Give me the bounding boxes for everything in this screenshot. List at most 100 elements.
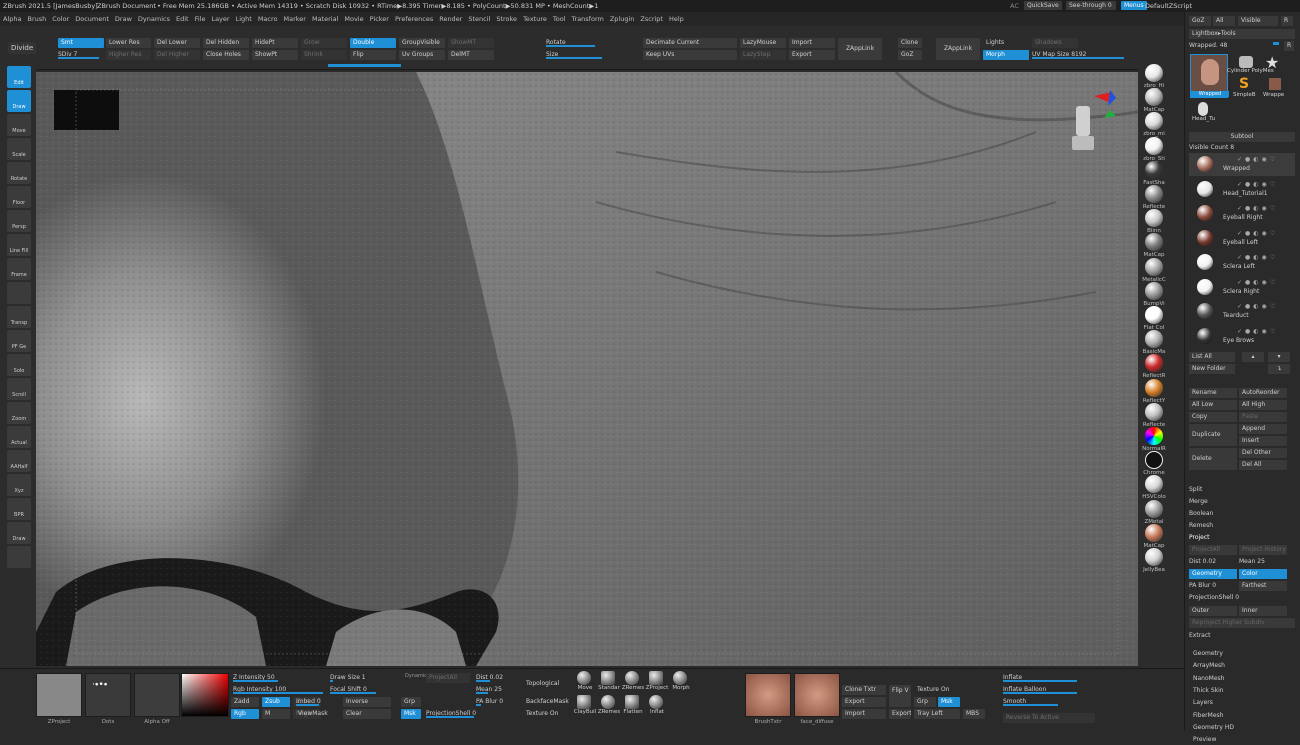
mbs-button[interactable]: MBS bbox=[963, 709, 985, 719]
left-tool-transp[interactable]: Transp bbox=[7, 306, 31, 328]
subtool-visibility-icon[interactable]: ✓●◐◉♡ bbox=[1237, 181, 1278, 188]
color-picker[interactable] bbox=[181, 673, 229, 717]
color-toggle[interactable]: Color bbox=[1239, 569, 1287, 579]
tray-left-button[interactable]: Tray Left bbox=[914, 709, 960, 719]
reproject-higher-subdiv-button[interactable]: Reproject Higher Subdiv bbox=[1189, 618, 1295, 628]
zapplink-button-2[interactable]: ZAppLink bbox=[936, 38, 980, 60]
goz-button[interactable]: GoZ bbox=[898, 50, 922, 60]
insert-button[interactable]: Insert bbox=[1239, 436, 1287, 446]
imbed-slider[interactable]: Imbed 0 bbox=[296, 697, 342, 706]
face-diffuse-swatch[interactable] bbox=[794, 673, 840, 717]
rotate-slider[interactable]: Rotate bbox=[546, 38, 640, 47]
focal-shift-slider[interactable]: Focal Shift 0 bbox=[330, 685, 422, 694]
menu-thick-skin[interactable]: Thick Skin bbox=[1193, 686, 1299, 696]
subtool-visibility-icon[interactable]: ✓●◐◉♡ bbox=[1237, 156, 1278, 163]
menu-fibermesh[interactable]: FiberMesh bbox=[1193, 711, 1299, 721]
z-intensity-slider[interactable]: Z Intensity 50 bbox=[233, 673, 323, 682]
material-20-icon[interactable] bbox=[1145, 548, 1163, 566]
backfacemask-toggle[interactable]: BackfaceMask bbox=[523, 697, 572, 707]
del-higher-button[interactable]: Del Higher bbox=[154, 50, 200, 60]
outer-toggle[interactable]: Outer bbox=[1189, 606, 1237, 616]
shrink-button[interactable]: Shrink bbox=[301, 50, 347, 60]
del-other-button[interactable]: Del Other bbox=[1239, 448, 1287, 458]
tool-thumb-head[interactable]: Head_Tu bbox=[1190, 102, 1220, 124]
dist-slider[interactable]: Dist 0.02 bbox=[1189, 557, 1237, 567]
divide-button[interactable]: Divide bbox=[8, 42, 36, 54]
projection-shell-slider[interactable]: ProjectionShell 0 bbox=[1189, 593, 1295, 603]
mean-slider[interactable]: Mean 25 bbox=[476, 685, 522, 694]
menu-file[interactable]: File bbox=[192, 12, 209, 26]
left-tool-zoom[interactable]: Zoom bbox=[7, 402, 31, 424]
material-15-icon[interactable] bbox=[1145, 427, 1163, 445]
menu-help[interactable]: Help bbox=[666, 12, 687, 26]
del-all-button[interactable]: Del All bbox=[1239, 460, 1287, 470]
rgb-toggle[interactable]: Rgb bbox=[231, 709, 259, 719]
projectall-button[interactable]: ProjectAll bbox=[426, 673, 470, 683]
lights-toggle[interactable]: Lights bbox=[983, 38, 1029, 48]
rename-button[interactable]: Rename bbox=[1189, 388, 1237, 398]
visible-count-slider[interactable]: Visible Count 8 bbox=[1189, 143, 1295, 153]
clone-txtr-button[interactable]: Clone Txtr bbox=[842, 685, 886, 695]
size-slider[interactable]: Size bbox=[546, 50, 640, 59]
zadd-toggle[interactable]: Zadd bbox=[231, 697, 259, 707]
grp-toggle[interactable]: Grp bbox=[401, 697, 421, 707]
hidept-button[interactable]: HidePt bbox=[252, 38, 298, 48]
inverse-button[interactable]: Inverse bbox=[343, 697, 391, 707]
lower-res-button[interactable]: Lower Res bbox=[106, 38, 151, 48]
goz-button[interactable]: GoZ bbox=[1189, 16, 1211, 26]
zsub-toggle[interactable]: Zsub bbox=[262, 697, 290, 707]
brush-swatch-zproject[interactable] bbox=[36, 673, 82, 717]
inflate-slider[interactable]: Inflate bbox=[1003, 673, 1095, 682]
grow-button[interactable]: Grow bbox=[301, 38, 347, 48]
left-tool-frame[interactable]: Frame bbox=[7, 258, 31, 280]
msk-toggle-2[interactable]: Msk bbox=[938, 697, 960, 707]
default-zscript[interactable]: DefaultZScript bbox=[1145, 0, 1192, 12]
grp-toggle-2[interactable]: Grp bbox=[914, 697, 936, 707]
clone-button[interactable]: Clone bbox=[898, 38, 922, 48]
project-history-button[interactable]: Project History bbox=[1239, 545, 1287, 555]
brush-zremes-icon[interactable] bbox=[625, 671, 639, 685]
list-all-button[interactable]: List All bbox=[1189, 352, 1235, 362]
uvgroups-button[interactable]: Uv Groups bbox=[399, 50, 445, 60]
down-arrow-icon[interactable]: ▾ bbox=[1268, 352, 1290, 362]
subtool-row[interactable]: Eyeball Left✓●◐◉♡ bbox=[1189, 227, 1295, 250]
stroke-swatch-dots[interactable]: ·∙•∙ bbox=[85, 673, 131, 717]
menu-transform[interactable]: Transform bbox=[569, 12, 607, 26]
menu-picker[interactable]: Picker bbox=[367, 12, 392, 26]
menu-preview[interactable]: Preview bbox=[1193, 735, 1299, 745]
material-18-icon[interactable] bbox=[1145, 500, 1163, 518]
clear-button[interactable]: Clear bbox=[343, 709, 391, 719]
left-tool-bpr[interactable]: BPR bbox=[7, 498, 31, 520]
left-tool-solo[interactable]: Solo bbox=[7, 354, 31, 376]
del-lower-button[interactable]: Del Lower bbox=[154, 38, 200, 48]
material-12-icon[interactable] bbox=[1145, 354, 1163, 372]
left-tool-pf-ge[interactable]: PF Ge bbox=[7, 330, 31, 352]
rgb-intensity-slider[interactable]: Rgb Intensity 100 bbox=[233, 685, 323, 694]
left-tool-draw[interactable]: Draw bbox=[7, 90, 31, 112]
left-tool-aahalf[interactable]: AAHalf bbox=[7, 450, 31, 472]
tool-thumb-wrapped-2[interactable]: Wrappe bbox=[1265, 76, 1295, 98]
reverse-to-active-button[interactable]: Reverse To Active bbox=[1003, 713, 1095, 723]
visible-button[interactable]: Visible bbox=[1238, 16, 1278, 26]
left-tool-scale[interactable]: Scale bbox=[7, 138, 31, 160]
autoreorder-button[interactable]: AutoReorder bbox=[1239, 388, 1287, 398]
delmt-button[interactable]: DelMT bbox=[448, 50, 494, 60]
alpha-swatch[interactable] bbox=[134, 673, 180, 717]
subtool-row[interactable]: Eye Brows✓●◐◉♡ bbox=[1189, 325, 1295, 348]
material-10-icon[interactable] bbox=[1145, 306, 1163, 324]
flip-button[interactable]: Flip bbox=[350, 50, 396, 60]
all-high-button[interactable]: All High bbox=[1239, 400, 1287, 410]
brush-inflat-icon[interactable] bbox=[649, 695, 663, 709]
menu-color[interactable]: Color bbox=[49, 12, 72, 26]
zapplink-button[interactable]: ZAppLink bbox=[838, 38, 882, 60]
material-16-icon[interactable] bbox=[1145, 451, 1163, 469]
menu-marker[interactable]: Marker bbox=[280, 12, 308, 26]
subtool-row[interactable]: Sclera Right✓●◐◉♡ bbox=[1189, 276, 1295, 299]
material-4-icon[interactable] bbox=[1145, 161, 1163, 179]
subtool-visibility-icon[interactable]: ✓●◐◉♡ bbox=[1237, 230, 1278, 237]
tool-thumb-cylinder[interactable]: Cylinder PolyMes bbox=[1231, 54, 1261, 76]
brush-zproject-icon[interactable] bbox=[649, 671, 663, 685]
topological-toggle[interactable]: Topological bbox=[523, 679, 562, 689]
material-8-icon[interactable] bbox=[1145, 258, 1163, 276]
see-through-slider[interactable]: See-through 0 bbox=[1066, 1, 1116, 10]
